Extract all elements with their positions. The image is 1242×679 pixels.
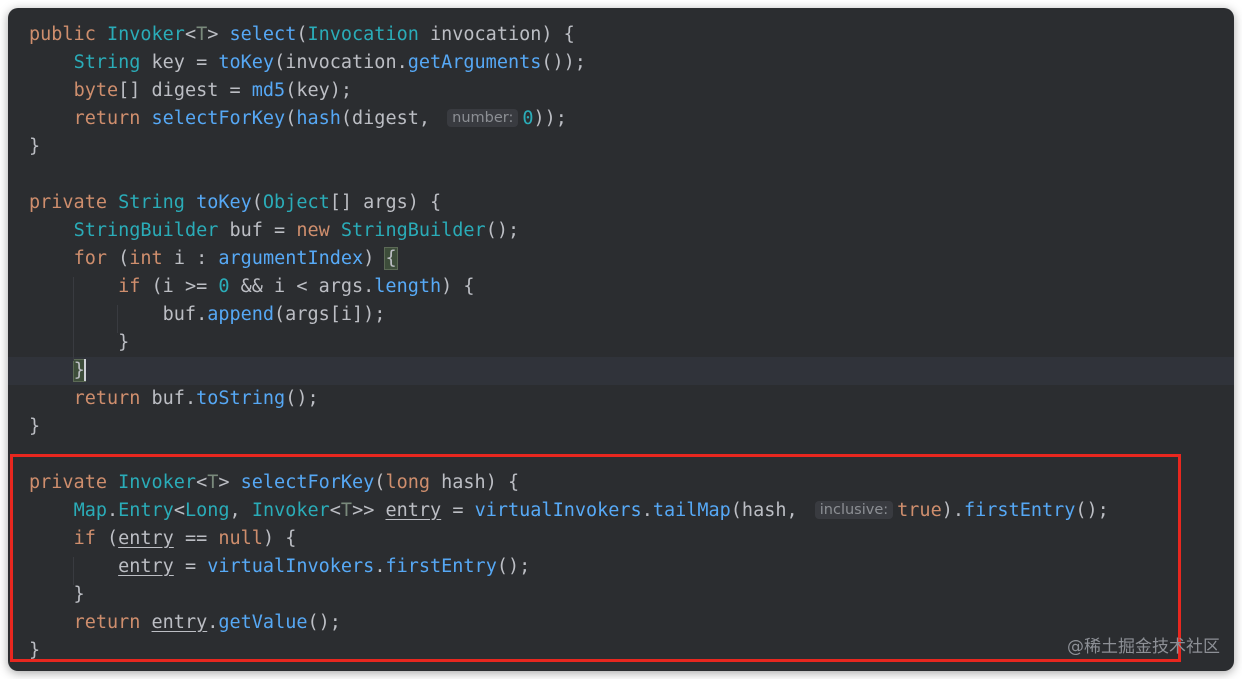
code-line: } xyxy=(29,416,41,437)
code-line: if (i >= 0 && i < args.length) { xyxy=(118,276,475,297)
indent-guide xyxy=(117,305,118,333)
code-line: } xyxy=(29,584,85,605)
code-line: return buf.toString(); xyxy=(73,388,319,409)
indent-guide xyxy=(73,277,74,361)
code-line: } xyxy=(29,640,41,661)
code-line: return selectForKey(hash(digest, number:… xyxy=(73,108,567,129)
code-editor[interactable]: public Invoker<T> select(Invocation invo… xyxy=(8,21,1234,665)
code-line: public Invoker<T> select(Invocation invo… xyxy=(29,24,575,45)
parameter-hint-inclusive: inclusive: xyxy=(814,501,894,519)
code-line: Map.Entry<Long, Invoker<T>> entry = virt… xyxy=(73,500,1109,521)
text-caret xyxy=(83,359,86,381)
matching-brace: { xyxy=(384,247,398,270)
code-line: return entry.getValue(); xyxy=(73,612,341,633)
code-line: entry = virtualInvokers.firstEntry(); xyxy=(118,556,531,577)
code-line: String key = toKey(invocation.getArgumen… xyxy=(73,52,586,73)
code-line: if (entry == null) { xyxy=(73,528,297,549)
parameter-hint-number: number: xyxy=(447,109,519,127)
code-line: byte[] digest = md5(key); xyxy=(73,80,353,101)
code-line: } xyxy=(29,332,130,353)
code-line: private Invoker<T> selectForKey(long has… xyxy=(29,472,520,493)
code-editor-window: public Invoker<T> select(Invocation invo… xyxy=(8,8,1234,671)
code-line: for (int i : argumentIndex) { xyxy=(73,247,398,270)
indent-guide xyxy=(73,557,74,585)
code-line: StringBuilder buf = new StringBuilder(); xyxy=(73,220,520,241)
current-code-line: } xyxy=(8,357,1234,385)
code-line: buf.append(args[i]); xyxy=(29,304,386,325)
watermark: @稀土掘金技术社区 xyxy=(1067,637,1220,657)
code-line: private String toKey(Object[] args) { xyxy=(29,192,442,213)
code-line: } xyxy=(29,136,41,157)
